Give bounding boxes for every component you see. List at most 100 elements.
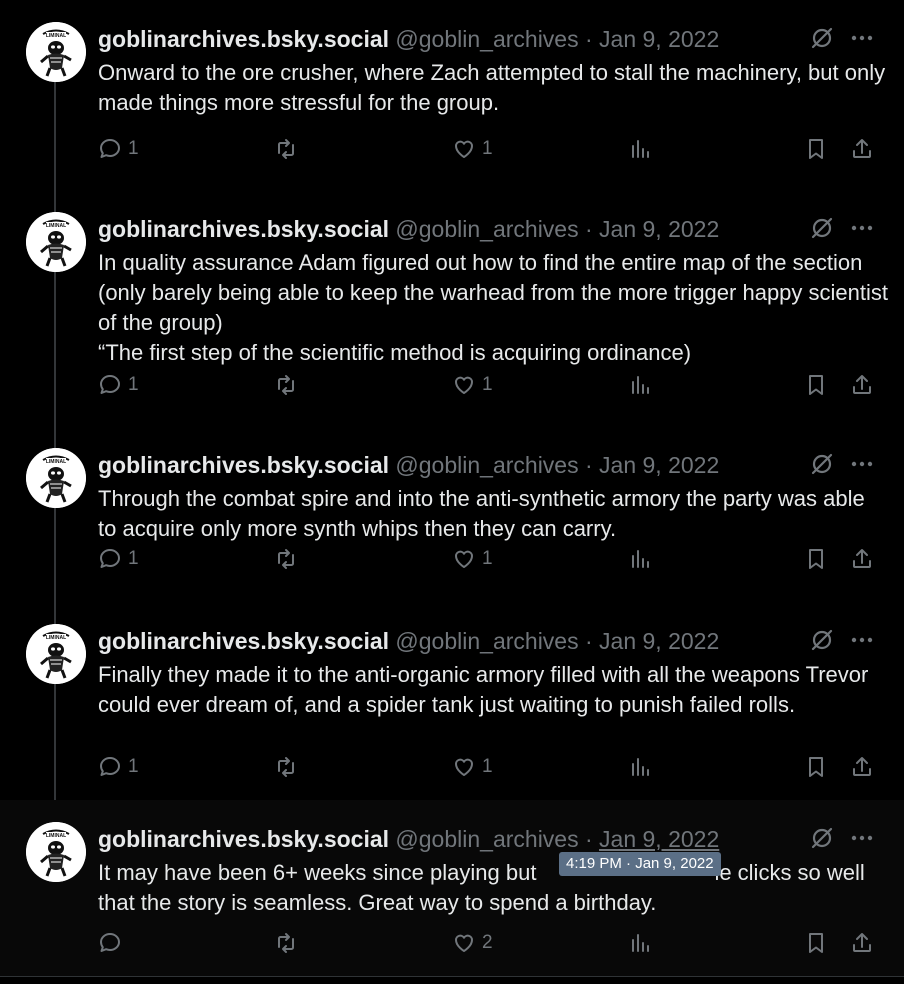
retweet-button[interactable] <box>274 134 304 164</box>
separator-dot: · <box>584 26 593 52</box>
post-body: Finally they made it to the anti-organic… <box>98 660 888 720</box>
thread-post[interactable]: LIMINAL goblinarchives.bsky.social @gobl… <box>0 426 904 602</box>
post-text-line: Through the combat spire and into the an… <box>98 486 865 541</box>
svg-text:LIMINAL: LIMINAL <box>46 635 66 641</box>
author-handle[interactable]: @goblin_archives <box>395 826 578 852</box>
more-horizontal-icon[interactable] <box>848 824 876 852</box>
post-date[interactable]: Jan 9, 2022 <box>599 216 719 242</box>
more-horizontal-icon[interactable] <box>848 24 876 52</box>
grok-slash-icon[interactable] <box>808 214 836 242</box>
more-horizontal-icon[interactable] <box>848 626 876 654</box>
thread-post[interactable]: LIMINAL goblinarchives.bsky.social @gobl… <box>0 602 904 800</box>
separator-dot: · <box>584 452 593 478</box>
author-name[interactable]: goblinarchives.bsky.social <box>98 826 389 852</box>
more-horizontal-icon[interactable] <box>848 450 876 478</box>
share-button[interactable] <box>850 752 874 782</box>
bookmark-icon <box>804 137 828 161</box>
bookmark-icon <box>804 547 828 571</box>
heart-icon <box>452 931 476 955</box>
author-handle[interactable]: @goblin_archives <box>395 26 578 52</box>
bookmark-button[interactable] <box>804 752 828 782</box>
post-date[interactable]: Jan 9, 2022 <box>599 26 719 52</box>
post-header: goblinarchives.bsky.social @goblin_archi… <box>98 628 719 654</box>
post-header: goblinarchives.bsky.social @goblin_archi… <box>98 26 719 52</box>
more-horizontal-icon[interactable] <box>848 214 876 242</box>
post-body: Onward to the ore crusher, where Zach at… <box>98 58 888 118</box>
like-count: 1 <box>482 374 493 395</box>
like-button[interactable]: 2 <box>452 928 493 958</box>
share-button[interactable] <box>850 370 874 400</box>
reply-button[interactable]: 1 <box>98 752 139 782</box>
like-button[interactable]: 1 <box>452 134 493 164</box>
avatar[interactable]: LIMINAL <box>26 212 86 272</box>
post-header: goblinarchives.bsky.social @goblin_archi… <box>98 826 719 852</box>
post-date[interactable]: Jan 9, 2022 <box>599 628 719 654</box>
svg-text:LIMINAL: LIMINAL <box>46 33 66 39</box>
bookmark-button[interactable] <box>804 928 828 958</box>
retweet-icon <box>274 137 298 161</box>
grok-slash-icon[interactable] <box>808 626 836 654</box>
views-button[interactable] <box>628 544 652 574</box>
views-button[interactable] <box>628 752 652 782</box>
thread-post[interactable]: LIMINAL goblinarchives.bsky.social @gobl… <box>0 0 904 190</box>
grok-slash-icon[interactable] <box>808 24 836 52</box>
reply-count: 1 <box>128 138 139 159</box>
author-name[interactable]: goblinarchives.bsky.social <box>98 216 389 242</box>
like-button[interactable]: 1 <box>452 544 493 574</box>
separator-dot: · <box>584 216 593 242</box>
retweet-button[interactable] <box>274 544 304 574</box>
author-name[interactable]: goblinarchives.bsky.social <box>98 452 389 478</box>
separator-dot: · <box>584 628 593 654</box>
avatar[interactable]: LIMINAL <box>26 22 86 82</box>
like-count: 1 <box>482 138 493 159</box>
post-text-line: Onward to the ore crusher, where Zach at… <box>98 60 886 115</box>
like-button[interactable]: 1 <box>452 752 493 782</box>
reply-button[interactable]: 1 <box>98 544 139 574</box>
bookmark-icon <box>804 931 828 955</box>
author-handle[interactable]: @goblin_archives <box>395 628 578 654</box>
grok-slash-icon[interactable] <box>808 824 836 852</box>
heart-icon <box>452 547 476 571</box>
avatar[interactable]: LIMINAL <box>26 822 86 882</box>
share-button[interactable] <box>850 134 874 164</box>
retweet-button[interactable] <box>274 928 304 958</box>
post-text-line: In quality assurance Adam figured out ho… <box>98 250 888 335</box>
author-name[interactable]: goblinarchives.bsky.social <box>98 628 389 654</box>
post-actions: 1 1 <box>98 134 878 164</box>
thread-post[interactable]: LIMINAL goblinarchives.bsky.social @gobl… <box>0 190 904 426</box>
post-actions: 1 1 <box>98 544 878 574</box>
like-button[interactable]: 1 <box>452 370 493 400</box>
share-button[interactable] <box>850 544 874 574</box>
post-actions: 1 1 <box>98 370 878 400</box>
views-bar-chart-icon <box>628 137 652 161</box>
bookmark-button[interactable] <box>804 544 828 574</box>
svg-text:LIMINAL: LIMINAL <box>46 223 66 229</box>
author-name[interactable]: goblinarchives.bsky.social <box>98 26 389 52</box>
share-button[interactable] <box>850 928 874 958</box>
grok-slash-icon[interactable] <box>808 450 836 478</box>
like-count: 1 <box>482 548 493 569</box>
views-button[interactable] <box>628 928 652 958</box>
post-date[interactable]: Jan 9, 2022 <box>599 452 719 478</box>
views-bar-chart-icon <box>628 547 652 571</box>
reply-button[interactable]: 1 <box>98 370 139 400</box>
avatar[interactable]: LIMINAL <box>26 624 86 684</box>
thread-post[interactable]: LIMINAL goblinarchives.bsky.social @gobl… <box>0 800 904 976</box>
retweet-button[interactable] <box>274 752 304 782</box>
svg-text:LIMINAL: LIMINAL <box>46 833 66 839</box>
avatar[interactable]: LIMINAL <box>26 448 86 508</box>
post-date[interactable]: Jan 9, 2022 <box>599 826 719 852</box>
views-button[interactable] <box>628 370 652 400</box>
views-button[interactable] <box>628 134 652 164</box>
author-handle[interactable]: @goblin_archives <box>395 452 578 478</box>
reply-button[interactable] <box>98 928 128 958</box>
reply-button[interactable]: 1 <box>98 134 139 164</box>
author-handle[interactable]: @goblin_archives <box>395 216 578 242</box>
post-header: goblinarchives.bsky.social @goblin_archi… <box>98 452 719 478</box>
bookmark-icon <box>804 755 828 779</box>
bookmark-button[interactable] <box>804 370 828 400</box>
retweet-icon <box>274 373 298 397</box>
retweet-icon <box>274 931 298 955</box>
bookmark-button[interactable] <box>804 134 828 164</box>
retweet-button[interactable] <box>274 370 304 400</box>
